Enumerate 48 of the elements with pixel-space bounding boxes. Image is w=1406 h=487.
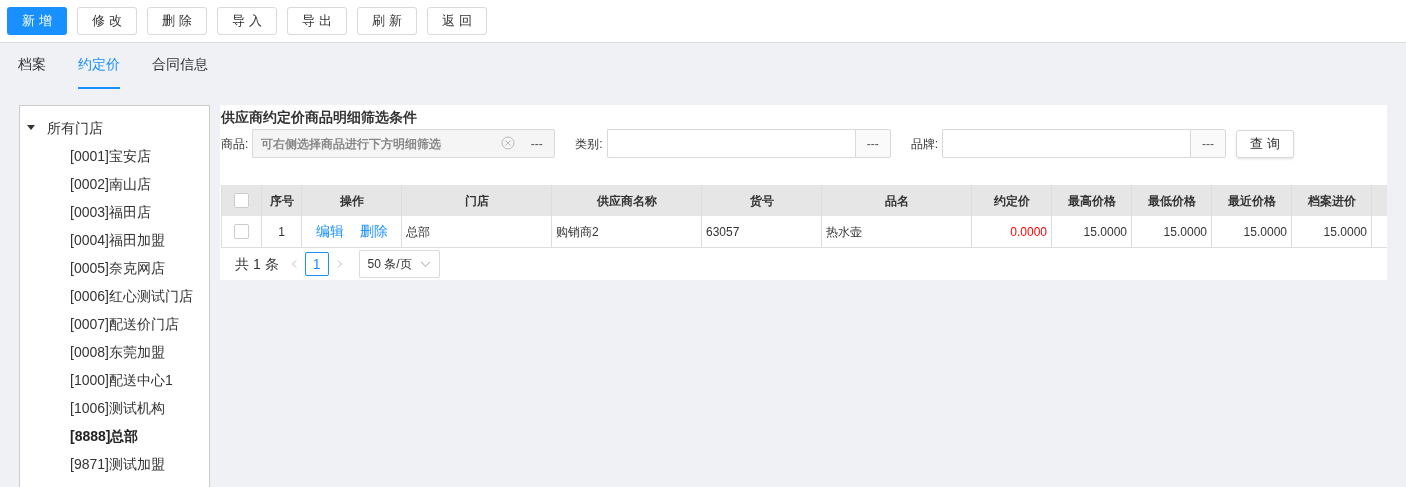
table-cell: 1 xyxy=(262,216,302,247)
tree-item[interactable]: [0002]南山店 xyxy=(70,173,151,195)
browse-button[interactable]: --- xyxy=(854,129,891,158)
caret-icon[interactable] xyxy=(27,125,35,131)
previous-icon[interactable] xyxy=(290,259,297,269)
browse-button[interactable]: --- xyxy=(1190,129,1227,158)
filter-title: 供应商约定价商品明细筛选条件 xyxy=(221,108,418,127)
table-cell: 15.0000 xyxy=(1212,216,1292,247)
table-cell: 15.0000 xyxy=(1132,216,1212,247)
tree-item[interactable]: [0004]福田加盟 xyxy=(70,229,165,251)
toolbar-button[interactable]: 删 除 xyxy=(147,7,207,35)
total-count: 共 1 条 xyxy=(235,254,279,274)
toolbar-button[interactable]: 返 回 xyxy=(427,7,487,35)
table-cell: 63057 xyxy=(702,216,822,247)
header-checkbox[interactable] xyxy=(234,193,249,208)
table-cell: 购销商2 xyxy=(552,216,702,247)
toolbar-button[interactable]: 修 改 xyxy=(77,7,137,35)
chevron-icon xyxy=(419,260,431,268)
toolbar-button[interactable]: 导 入 xyxy=(217,7,277,35)
row-checkbox[interactable] xyxy=(234,224,249,239)
field-label: 品牌: xyxy=(910,135,939,153)
table-cell: 0.0000 xyxy=(972,216,1052,247)
table-cell: 15.0000 xyxy=(1292,216,1372,247)
toolbar-button[interactable]: 刷 新 xyxy=(357,7,417,35)
tree-item[interactable]: [0006]红心测试门店 xyxy=(70,285,193,307)
table-cell: 15.0000 xyxy=(1052,216,1132,247)
tree-item[interactable]: [9871]测试加盟 xyxy=(70,453,165,475)
tree-item[interactable]: [0003]福田店 xyxy=(70,201,151,223)
input-field[interactable] xyxy=(942,129,1191,158)
tab[interactable]: 合同信息 xyxy=(152,54,208,89)
table-cell: 总部 xyxy=(402,216,552,247)
tree-item[interactable]: [0005]奈克网店 xyxy=(70,257,165,279)
tree-item[interactable]: [1006]测试机构 xyxy=(70,397,165,419)
tree-item[interactable]: [1000]配送中心1 xyxy=(70,369,173,391)
field-label: 商品: xyxy=(221,135,249,153)
next-icon[interactable] xyxy=(336,259,343,269)
toolbar-button[interactable]: 导 出 xyxy=(287,7,347,35)
tree-item[interactable]: [0001]宝安店 xyxy=(70,145,151,167)
field-label: 类别: xyxy=(575,135,603,153)
tree-item[interactable]: 所有门店 xyxy=(47,117,103,139)
page-size-select[interactable]: 50 条/页 xyxy=(358,250,440,278)
tree-item[interactable]: [0007]配送价门店 xyxy=(70,313,179,335)
tree-item[interactable]: [0008]东莞加盟 xyxy=(70,341,165,363)
tree-item[interactable]: [8888]总部 xyxy=(70,425,139,447)
input-field[interactable] xyxy=(606,129,855,158)
query-button[interactable]: 查 询 xyxy=(1236,129,1295,158)
tab[interactable]: 档案 xyxy=(18,54,46,89)
table-cell: 热水壶 xyxy=(822,216,972,247)
